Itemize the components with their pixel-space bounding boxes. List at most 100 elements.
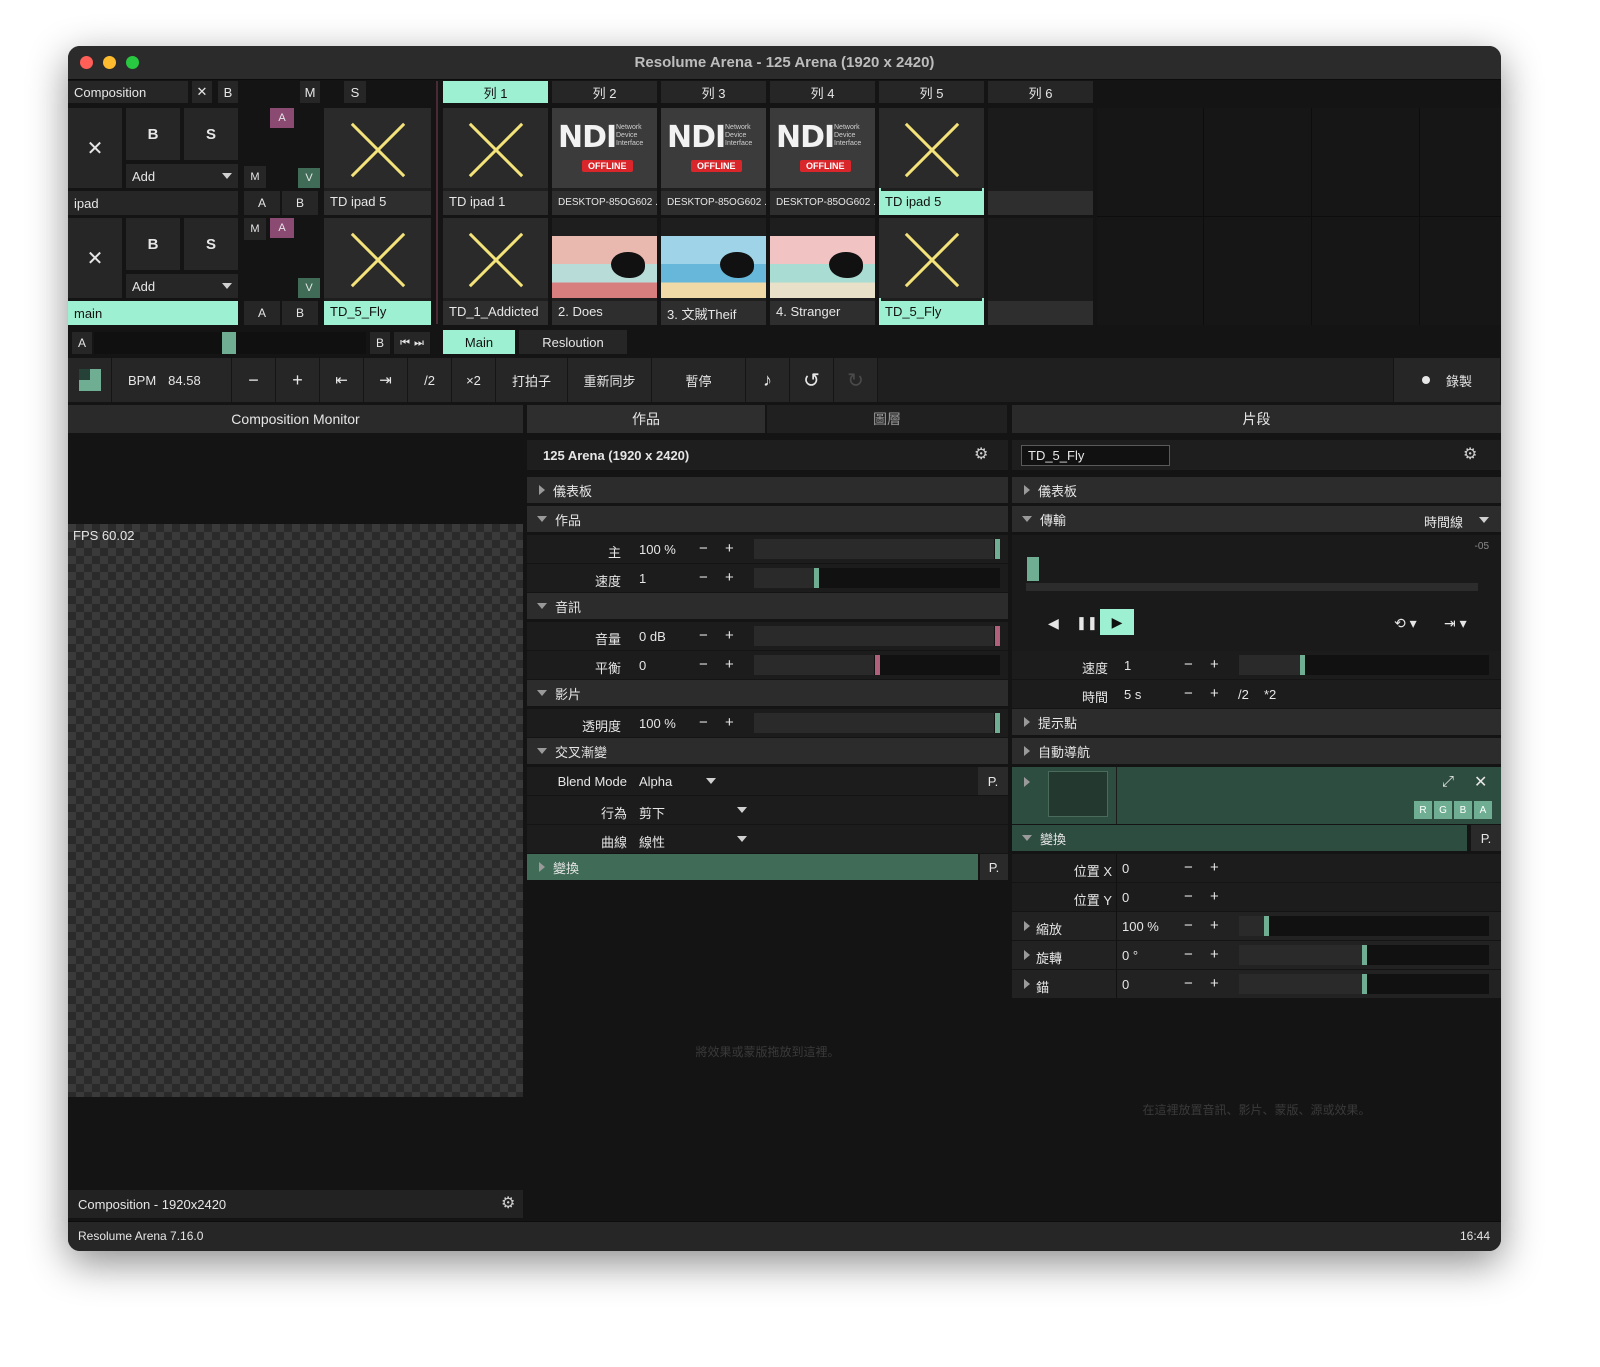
pause-button[interactable]: 暫停 (652, 358, 746, 402)
blend-parameter-button[interactable]: P. (978, 767, 1008, 795)
nudge-left-button[interactable]: ⇤ (320, 358, 364, 402)
plus-icon[interactable]: + (725, 569, 734, 586)
behaviour-value[interactable]: 剪下 (639, 803, 665, 822)
slider-knob[interactable] (1300, 655, 1306, 675)
timeline-mode-select[interactable]: 時間線 (1424, 512, 1463, 531)
transform-parameter-button[interactable]: P. (980, 854, 1008, 880)
comp-section-transform[interactable]: 變換 (527, 854, 978, 880)
audio-pan-slider[interactable] (754, 655, 1000, 675)
layer-ipad-blend-select[interactable]: Add (126, 164, 238, 188)
plus-icon[interactable]: + (725, 656, 734, 673)
clip-source-effect[interactable]: ⤢ ✕ RGBA (1012, 767, 1501, 824)
chevron-down-icon[interactable] (737, 807, 747, 813)
clip-slot[interactable]: 4. Stranger (770, 218, 875, 325)
param-value[interactable]: 100 % (639, 542, 676, 557)
param-value[interactable]: 0 dB (639, 629, 666, 644)
minus-icon[interactable]: − (699, 540, 708, 557)
expand-icon[interactable] (1024, 777, 1030, 787)
deck-tab-main[interactable]: Main (443, 330, 515, 354)
comp-section-crossfade[interactable]: 交叉漸變 (527, 738, 1008, 764)
play-backward-icon[interactable]: ◀ (1048, 615, 1059, 632)
chevron-down-icon[interactable] (1479, 517, 1489, 523)
column-header-4[interactable]: 列 4 (770, 81, 875, 103)
timeline-track[interactable] (1026, 583, 1478, 591)
clip-timeline[interactable]: -05 ◀ ❚❚ ▶ ⟲ ▾ ⇥ ▾ (1012, 535, 1501, 651)
comp-section-composition[interactable]: 作品 (527, 506, 1008, 532)
param-value[interactable]: 100 % (1122, 919, 1159, 934)
minus-icon[interactable]: − (1184, 917, 1193, 934)
audio-volume-slider[interactable] (754, 626, 1000, 646)
minus-icon[interactable]: − (699, 627, 708, 644)
layer-main-b-button[interactable]: B (282, 301, 318, 325)
channel-g-button[interactable]: G (1434, 801, 1452, 819)
pause-icon[interactable]: ❚❚ (1076, 615, 1098, 631)
channel-r-button[interactable]: R (1414, 801, 1432, 819)
minus-icon[interactable]: − (1184, 685, 1193, 702)
layer-main-solo-button[interactable]: S (184, 218, 238, 270)
param-value[interactable]: 0 (639, 658, 646, 673)
composition-solo-button[interactable]: S (344, 81, 366, 103)
plus-icon[interactable]: + (1210, 917, 1219, 934)
layer-ipad-a-button[interactable]: A (244, 191, 280, 215)
layer-main-a-button[interactable]: A (244, 301, 280, 325)
plus-icon[interactable]: + (1210, 975, 1219, 992)
plus-icon[interactable]: + (1210, 685, 1219, 702)
slider-knob[interactable] (1361, 974, 1367, 994)
crossfader-slider[interactable] (94, 332, 366, 354)
plus-icon[interactable]: + (1210, 946, 1219, 963)
skip-previous-icon[interactable]: ⏮ (400, 337, 410, 350)
timeline-playhead[interactable] (1027, 557, 1039, 581)
layer-main-mute-button[interactable]: M (244, 218, 266, 240)
clip-section-transform[interactable]: 變換 (1012, 825, 1467, 851)
tap-tempo-button[interactable]: 打拍子 (496, 358, 568, 402)
curve-value[interactable]: 線性 (639, 832, 665, 851)
plus-icon[interactable]: + (1210, 656, 1219, 673)
video-opacity-slider[interactable] (754, 713, 1000, 733)
clip-slot[interactable]: TD ipad 5 (879, 108, 984, 215)
composition-mute-button[interactable]: M (300, 81, 320, 103)
comp-section-dashboard[interactable]: 儀表板 (527, 477, 1008, 503)
minus-icon[interactable]: − (1184, 946, 1193, 963)
plus-icon[interactable]: + (725, 627, 734, 644)
composition-bypass-button[interactable]: B (218, 81, 238, 103)
layer-ipad-bypass-button[interactable]: B (126, 108, 180, 160)
layer-ipad-solo-button[interactable]: S (184, 108, 238, 160)
plus-icon[interactable]: + (725, 714, 734, 731)
param-value[interactable]: 0 (1122, 890, 1129, 905)
layer-ipad-clear-button[interactable]: ✕ (68, 108, 122, 188)
channel-b-button[interactable]: B (1454, 801, 1472, 819)
crossfader-transport[interactable]: ⏮ ⏭ (394, 332, 430, 354)
slider-knob[interactable] (874, 655, 880, 675)
slider-knob[interactable] (1263, 916, 1269, 936)
resync-button[interactable]: 重新同步 (568, 358, 652, 402)
expand-icon[interactable] (1024, 979, 1030, 989)
redo-icon[interactable]: ↻ (834, 358, 878, 402)
scale-slider[interactable] (1239, 916, 1489, 936)
minus-icon[interactable]: − (1184, 859, 1193, 876)
layer-ipad-mute-button[interactable]: M (244, 166, 266, 188)
clip-slot[interactable] (988, 108, 1093, 215)
layer-main-v-tag[interactable]: V (298, 278, 320, 298)
clip-slot[interactable]: NDI Network Device Interface OFFLINE DESKTO… (552, 108, 657, 215)
column-header-3[interactable]: 列 3 (661, 81, 766, 103)
column-header-6[interactable]: 列 6 (988, 81, 1093, 103)
minus-icon[interactable]: − (699, 656, 708, 673)
bpm-decrease-button[interactable]: − (232, 358, 276, 402)
composition-label[interactable]: Composition (68, 81, 188, 103)
layer-main-a-tag[interactable]: A (270, 218, 294, 238)
comp-section-audio[interactable]: 音訊 (527, 593, 1008, 619)
slider-knob[interactable] (814, 568, 820, 588)
deck-tab-resolution[interactable]: Resloution (519, 330, 627, 354)
composition-settings-gear-icon[interactable]: ⚙ (974, 447, 990, 463)
plus-icon[interactable]: + (1210, 859, 1219, 876)
param-value[interactable]: 1 (639, 571, 646, 586)
monitor-settings-gear-icon[interactable]: ⚙ (501, 1196, 517, 1212)
column-header-2[interactable]: 列 2 (552, 81, 657, 103)
plus-icon[interactable]: + (1210, 888, 1219, 905)
direction-mode-icon[interactable]: ⇥ ▾ (1444, 615, 1467, 632)
clip-slot[interactable]: NDI Network Device Interface OFFLINE DESKTO… (661, 108, 766, 215)
layer-ipad-b-button[interactable]: B (282, 191, 318, 215)
minus-icon[interactable]: − (699, 714, 708, 731)
param-value[interactable]: 100 % (639, 716, 676, 731)
undo-icon[interactable]: ↺ (790, 358, 834, 402)
